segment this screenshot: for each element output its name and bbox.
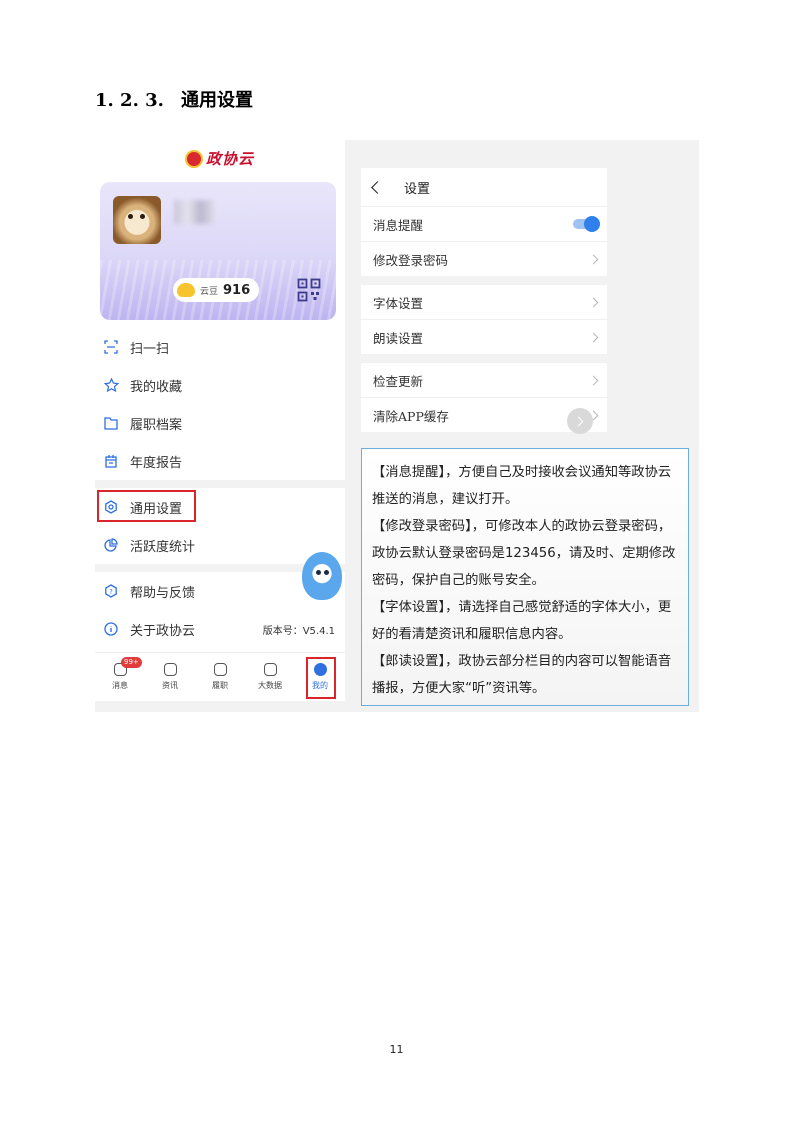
note-paragraph: 【修改登录密码】，可修改本人的政协云登录密码，政协云默认登录密码是123456，… — [372, 519, 676, 588]
menu-label: 扫一扫 — [130, 341, 170, 357]
duty-icon — [213, 663, 227, 676]
menu-item-about[interactable]: 关于政协云 版本号：V5.4.1 — [95, 610, 345, 648]
menu-label: 履职档案 — [130, 417, 183, 433]
chevron-right-icon — [588, 297, 599, 307]
note-paragraph: 【郎读设置】，政协云部分栏目的内容可以智能语音播报，方便大家“听”资讯等。 — [372, 654, 672, 696]
row-label: 清除APP缓存 — [373, 408, 449, 424]
chevron-right-icon — [588, 332, 599, 342]
explanation-box: 【消息提醒】，方便自己及时接收会议通知等政协云推送的消息，建议打开。 【修改登录… — [361, 448, 689, 706]
row-label: 消息提醒 — [373, 217, 424, 233]
star-icon — [103, 377, 119, 393]
menu-label: 年度报告 — [130, 455, 183, 471]
menu-item-scan[interactable]: 扫一扫 — [95, 328, 345, 366]
chevron-right-icon — [588, 254, 599, 264]
settings-row-read-aloud[interactable]: 朗读设置 — [361, 319, 607, 354]
row-label: 检查更新 — [373, 373, 424, 389]
menu-item-general-settings[interactable]: 通用设置 — [95, 488, 345, 526]
folder-icon — [103, 415, 119, 431]
tab-label: 资讯 — [162, 681, 178, 690]
menu-item-duty-records[interactable]: 履职档案 — [95, 404, 345, 442]
settings-row-check-update[interactable]: 检查更新 — [361, 362, 607, 397]
avatar[interactable] — [113, 196, 161, 244]
section-number: 1. 2. 3. — [95, 90, 164, 111]
profile-card[interactable]: 云豆 916 — [100, 182, 336, 320]
group-divider — [361, 276, 607, 284]
pie-chart-icon — [103, 537, 119, 553]
tab-label: 大数据 — [258, 681, 282, 690]
coin-value: 916 — [223, 282, 251, 298]
big-data-icon — [263, 663, 277, 676]
section-title: 通用设置 — [181, 90, 253, 111]
highlight-box — [97, 490, 196, 522]
menu-label: 活跃度统计 — [130, 539, 196, 555]
settings-screen: 设置 消息提醒 修改登录密码 字体设置 朗读设置 检查更新 清除APP缓存 — [361, 168, 607, 438]
floating-action-button[interactable] — [567, 408, 593, 434]
bottom-tab-bar: 消息 99+ 资讯 履职 大数据 我的 — [95, 652, 345, 701]
help-icon: ? — [103, 583, 119, 599]
mascot-icon[interactable] — [302, 552, 342, 600]
note-paragraph: 【字体设置】，请选择自己感觉舒适的字体大小，更好的看清楚资讯和履职信息内容。 — [372, 600, 672, 642]
screenshot-figure: 政协云 云豆 916 扫一扫 我的收藏 履职档案 年度报告 通用设置 活跃度统计… — [95, 140, 699, 712]
menu-label: 我的收藏 — [130, 379, 183, 395]
section-heading: 1. 2. 3. 通用设置 — [95, 86, 253, 112]
settings-title: 设置 — [404, 181, 431, 197]
settings-header: 设置 — [361, 168, 607, 206]
menu-label: 关于政协云 — [130, 623, 196, 639]
message-reminder-toggle[interactable] — [573, 216, 600, 232]
tab-label: 履职 — [212, 681, 228, 690]
qr-code-icon[interactable] — [297, 278, 321, 302]
tab-messages[interactable]: 消息 99+ — [95, 653, 145, 701]
profile-menu: 扫一扫 我的收藏 履职档案 年度报告 通用设置 活跃度统计 ? 帮助与反馈 关于… — [95, 328, 345, 648]
svg-text:?: ? — [109, 588, 113, 596]
row-label: 字体设置 — [373, 295, 424, 311]
row-label: 修改登录密码 — [373, 252, 449, 268]
app-logo: 政协云 — [185, 148, 254, 169]
menu-label: 帮助与反馈 — [130, 585, 196, 601]
menu-divider — [95, 480, 345, 488]
settings-row-change-password[interactable]: 修改登录密码 — [361, 241, 607, 276]
coin-balance[interactable]: 云豆 916 — [173, 278, 260, 302]
coin-label: 云豆 — [200, 286, 219, 297]
chevron-right-icon — [588, 375, 599, 385]
back-arrow-icon[interactable] — [371, 180, 384, 194]
calendar-icon — [103, 453, 119, 469]
info-icon — [103, 621, 119, 637]
version-text: 版本号：V5.4.1 — [262, 625, 335, 637]
blurred-username — [174, 200, 214, 224]
logo-text: 政协云 — [206, 150, 255, 168]
tab-big-data[interactable]: 大数据 — [245, 653, 295, 701]
tab-news[interactable]: 资讯 — [145, 653, 195, 701]
menu-item-annual-report[interactable]: 年度报告 — [95, 442, 345, 480]
tab-duty[interactable]: 履职 — [195, 653, 245, 701]
note-paragraph: 【消息提醒】，方便自己及时接收会议通知等政协云推送的消息，建议打开。 — [372, 465, 672, 507]
menu-item-favorites[interactable]: 我的收藏 — [95, 366, 345, 404]
highlight-box — [306, 657, 336, 699]
tab-label: 消息 — [112, 681, 128, 690]
news-icon — [163, 663, 177, 676]
page-number: 11 — [389, 1043, 404, 1056]
settings-row-message-reminder[interactable]: 消息提醒 — [361, 206, 607, 241]
profile-screen: 政协云 云豆 916 扫一扫 我的收藏 履职档案 年度报告 通用设置 活跃度统计… — [95, 140, 345, 701]
tab-mine[interactable]: 我的 — [295, 653, 345, 701]
unread-badge: 99+ — [121, 657, 142, 668]
group-divider — [361, 354, 607, 362]
scan-icon — [103, 339, 119, 355]
cloud-coin-icon — [177, 283, 195, 297]
emblem-icon — [185, 149, 203, 168]
row-label: 朗读设置 — [373, 330, 424, 346]
settings-row-font[interactable]: 字体设置 — [361, 284, 607, 319]
